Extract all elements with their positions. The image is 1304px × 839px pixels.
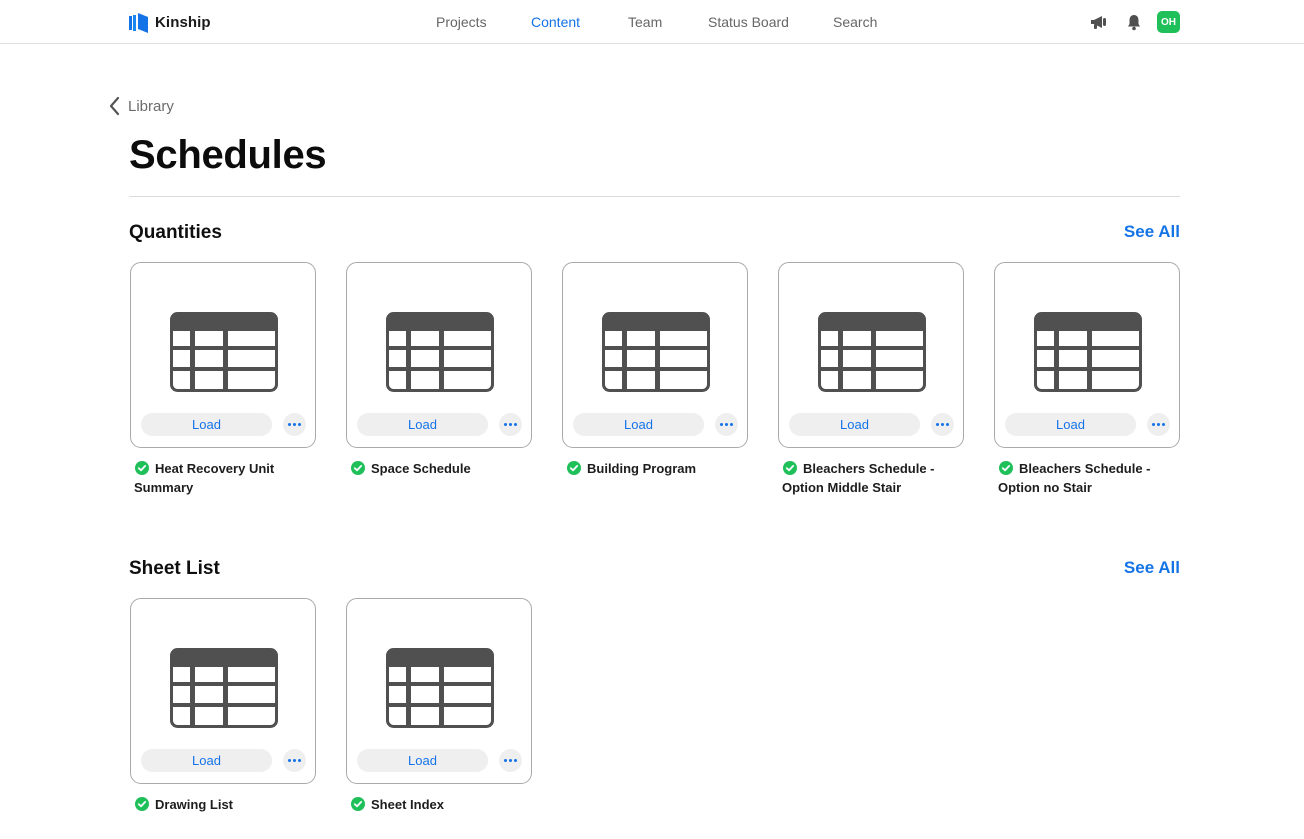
schedule-name-line1[interactable]: Drawing List [155,797,233,812]
more-options-button[interactable] [283,413,306,436]
check-circle-icon [351,461,365,475]
schedule-card[interactable]: Load [562,262,748,448]
load-button[interactable]: Load [357,413,488,436]
load-button[interactable]: Load [141,749,272,772]
schedule-name-line1[interactable]: Heat Recovery Unit [155,461,274,476]
table-icon [818,312,926,392]
section-title-sheet-list: Sheet List [129,558,220,579]
load-button[interactable]: Load [573,413,704,436]
more-options-button[interactable] [931,413,954,436]
check-circle-icon [135,461,149,475]
schedule-card[interactable]: Load [130,262,316,448]
kinship-logo-icon [129,13,148,33]
nav-team[interactable]: Team [628,14,662,30]
nav-content[interactable]: Content [531,14,580,30]
schedule-name-line1[interactable]: Space Schedule [371,461,471,476]
schedule-card[interactable]: Load [994,262,1180,448]
check-circle-icon [567,461,581,475]
load-button[interactable]: Load [141,413,272,436]
schedule-name-line1[interactable]: Sheet Index [371,797,444,812]
more-options-button[interactable] [499,749,522,772]
schedule-card[interactable]: Load [130,598,316,784]
top-navigation-bar: Kinship Projects Content Team Status Boa… [0,0,1304,44]
schedule-card[interactable]: Load [346,598,532,784]
check-circle-icon [999,461,1013,475]
schedule-card[interactable]: Load [778,262,964,448]
schedule-name-line1[interactable]: Bleachers Schedule - [1019,461,1151,476]
schedule-caption: Drawing List [130,795,316,814]
chevron-left-icon [109,96,120,116]
schedule-name-line1[interactable]: Building Program [587,461,696,476]
schedule-caption: Building Program [562,459,748,478]
load-button[interactable]: Load [357,749,488,772]
schedule-caption: Space Schedule [346,459,532,478]
load-button[interactable]: Load [789,413,920,436]
load-button[interactable]: Load [1005,413,1136,436]
schedule-name-line2[interactable]: Summary [130,480,193,495]
check-circle-icon [783,461,797,475]
nav-status-board[interactable]: Status Board [708,14,789,30]
schedule-caption: Sheet Index [346,795,532,814]
bell-icon[interactable] [1124,12,1144,32]
table-icon [1034,312,1142,392]
nav-search[interactable]: Search [833,14,877,30]
see-all-sheet-list-link[interactable]: See All [1124,558,1180,578]
table-icon [170,648,278,728]
table-icon [602,312,710,392]
see-all-quantities-link[interactable]: See All [1124,222,1180,242]
schedule-card[interactable]: Load [346,262,532,448]
more-options-button[interactable] [283,749,306,772]
megaphone-icon[interactable] [1089,12,1109,32]
breadcrumb-label: Library [128,97,174,115]
table-icon [386,648,494,728]
more-options-button[interactable] [1147,413,1170,436]
schedule-caption: Bleachers Schedule - Option no Stair [994,459,1180,497]
more-options-button[interactable] [499,413,522,436]
schedule-name-line2[interactable]: Option no Stair [994,480,1092,495]
header-divider [129,196,1180,197]
check-circle-icon [135,797,149,811]
more-options-button[interactable] [715,413,738,436]
page-title: Schedules [129,133,327,177]
table-icon [170,312,278,392]
check-circle-icon [351,797,365,811]
schedule-caption: Bleachers Schedule - Option Middle Stair [778,459,964,497]
user-avatar[interactable]: OH [1157,11,1180,33]
schedule-name-line2[interactable]: Option Middle Stair [778,480,901,495]
table-icon [386,312,494,392]
schedule-name-line1[interactable]: Bleachers Schedule - [803,461,935,476]
section-title-quantities: Quantities [129,222,222,243]
nav-projects[interactable]: Projects [436,14,487,30]
app-name: Kinship [155,13,211,31]
kinship-logo[interactable]: Kinship [129,10,211,34]
back-to-library-link[interactable]: Library [108,96,174,116]
schedule-caption: Heat Recovery Unit Summary [130,459,316,497]
